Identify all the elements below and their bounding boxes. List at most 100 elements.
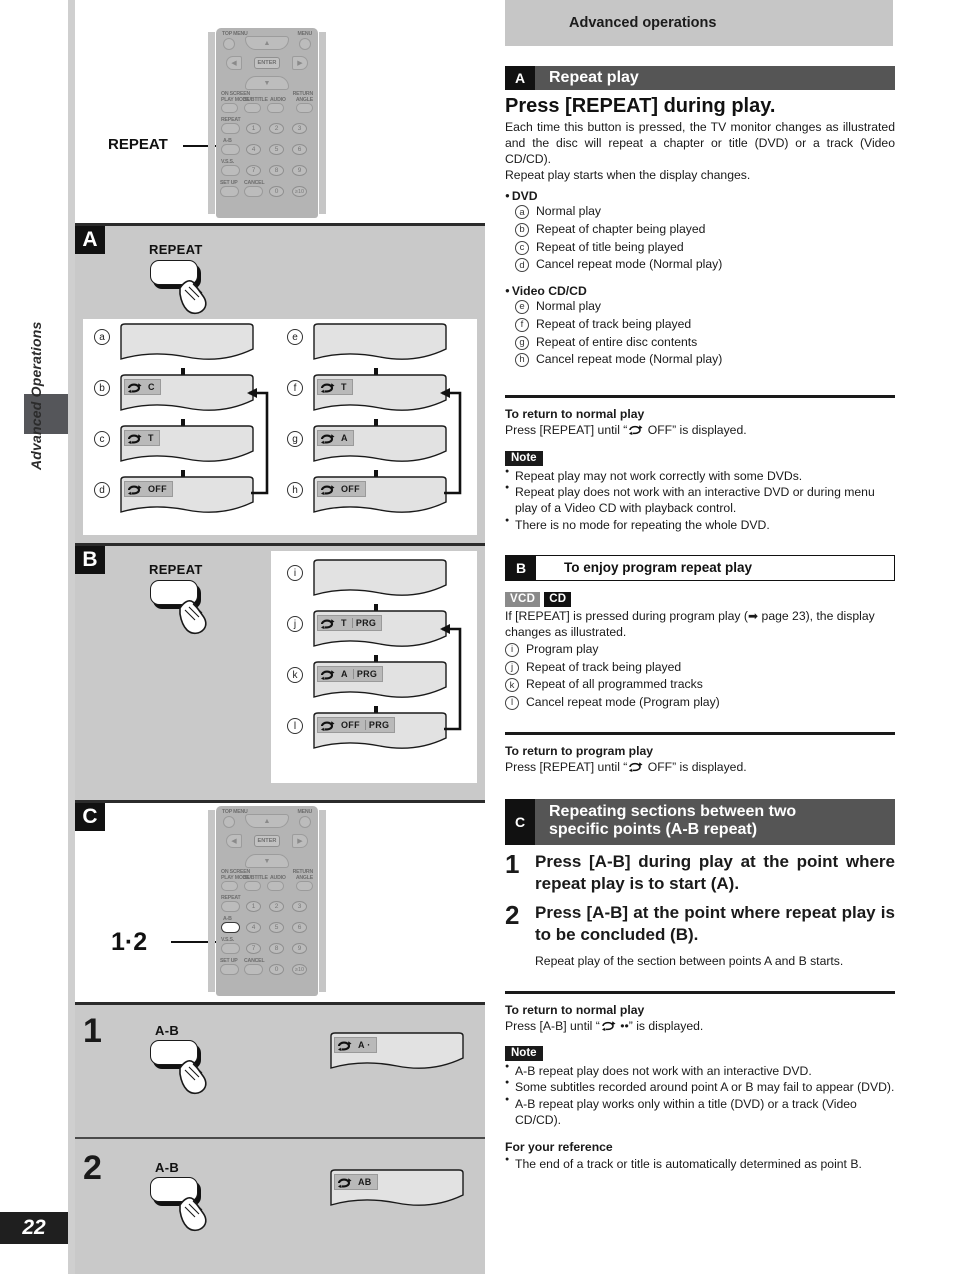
return-text-after: OFF” is displayed. [644, 759, 747, 774]
osd-b-k: A PRG [317, 666, 384, 682]
list-marker: b [515, 223, 529, 238]
remote-key-over10[interactable]: ≥10 [292, 186, 307, 197]
hand-pointer-icon-b [177, 596, 213, 636]
osd-a-f: T [317, 379, 353, 395]
osd-b-j-text: T [341, 618, 347, 628]
osd-a-b-text: C [148, 382, 155, 392]
remote-button-set-up[interactable] [220, 186, 239, 197]
repeat-loop-icon [600, 1020, 617, 1032]
panel-step-2: 2 A-B AB [75, 1137, 485, 1274]
remote-button-subtitle[interactable] [244, 103, 261, 113]
remote-button-play-mode[interactable] [221, 881, 238, 891]
remote-key-over10[interactable]: ≥10 [292, 964, 307, 975]
list-item: a Normal play [515, 203, 895, 221]
remote-button-top-menu[interactable] [223, 816, 235, 828]
remote-button-set-up[interactable] [220, 964, 239, 975]
return-text-before: Press [A-B] until “ [505, 1018, 600, 1033]
section-header-b: B To enjoy program repeat play [505, 554, 895, 581]
remote-key-5[interactable]: 5 [269, 922, 284, 933]
osd-b-j-prg: PRG [351, 618, 379, 628]
page-title: Advanced operations [569, 15, 717, 31]
section-b-return-heading: To return to program play [505, 743, 654, 758]
remote-key-8[interactable]: 8 [269, 943, 284, 954]
list-text: Repeat of track being played [536, 316, 692, 331]
section-a-intro-2: Repeat play starts when the display chan… [505, 168, 751, 183]
remote-button-right[interactable]: ▶ [292, 56, 308, 70]
remote-key-0[interactable]: 0 [269, 186, 284, 197]
remote-button-menu[interactable] [299, 816, 311, 828]
remote-button-down[interactable]: ▼ [245, 854, 289, 868]
list-text: Cancel repeat mode (Normal play) [536, 257, 723, 272]
list-marker: e [515, 300, 529, 315]
return-text-after: OFF” is displayed. [644, 422, 747, 437]
list-text: Repeat of title being played [536, 239, 684, 254]
list-text: Program play [526, 642, 599, 657]
loopback-arrow-a-right [440, 388, 464, 498]
remote-button-angle[interactable] [296, 881, 313, 891]
remote-key-5[interactable]: 5 [269, 144, 284, 155]
remote-button-cancel[interactable] [244, 964, 263, 975]
remote-button-angle[interactable] [296, 103, 313, 113]
loopback-arrow-b [440, 624, 464, 734]
remote-button-enter[interactable]: ENTER [254, 835, 280, 847]
section-a-return-heading: To return to normal play [505, 406, 645, 421]
remote-button-audio[interactable] [267, 103, 284, 113]
remote-key-1[interactable]: 1 [246, 901, 261, 912]
remote-label-top-menu: TOP MENU [222, 31, 248, 37]
remote-button-left[interactable]: ◀ [226, 834, 242, 848]
callout-steps-label: 1·2 [111, 928, 148, 956]
remote-key-9[interactable]: 9 [292, 165, 307, 176]
remote-key-7[interactable]: 7 [246, 165, 261, 176]
remote-button-play-mode[interactable] [221, 103, 238, 113]
remote-key-6[interactable]: 6 [292, 922, 307, 933]
list-item: There is no mode for repeating the whole… [505, 516, 895, 533]
remote-key-2[interactable]: 2 [269, 123, 284, 134]
remote-button-cancel[interactable] [244, 186, 263, 197]
remote-key-0[interactable]: 0 [269, 964, 284, 975]
remote-button-audio[interactable] [267, 881, 284, 891]
list-text: Repeat of all programmed tracks [526, 677, 703, 692]
list-item: l Cancel repeat mode (Program play) [505, 694, 895, 712]
remote-button-left[interactable]: ◀ [226, 56, 242, 70]
remote-button-subtitle[interactable] [244, 881, 261, 891]
remote-button-enter[interactable]: ENTER [254, 57, 280, 69]
remote-button-repeat[interactable] [221, 901, 240, 912]
remote-button-right[interactable]: ▶ [292, 834, 308, 848]
remote-key-1[interactable]: 1 [246, 123, 261, 134]
remote-button-ab[interactable] [221, 144, 240, 155]
remote-key-9[interactable]: 9 [292, 943, 307, 954]
remote-key-3[interactable]: 3 [292, 123, 307, 134]
osd-a-c-text: T [148, 433, 154, 443]
remote-key-4[interactable]: 4 [246, 144, 261, 155]
hand-pointer-icon-a [177, 276, 213, 316]
panel-step-1: 1 A-B A · [75, 1002, 485, 1137]
remote-key-2[interactable]: 2 [269, 901, 284, 912]
divider-a-top [75, 223, 485, 226]
remote-button-menu[interactable] [299, 38, 311, 50]
divider-b [505, 731, 895, 735]
remote-button-repeat[interactable] [221, 123, 240, 134]
remote-key-4[interactable]: 4 [246, 922, 261, 933]
remote-side-right [319, 810, 326, 992]
return-text-before: Press [REPEAT] until “ [505, 759, 628, 774]
remote-body: TOP MENU MENU ▲ ▼ ◀ ▶ ENTER ON SCREEN RE… [216, 28, 318, 218]
left-illustration-column: REPEAT TOP MENU MENU ▲ ▼ ◀ ▶ ENTER ON SC… [75, 0, 485, 1274]
remote-key-3[interactable]: 3 [292, 901, 307, 912]
remote-button-vss[interactable] [221, 165, 240, 176]
remote-key-8[interactable]: 8 [269, 165, 284, 176]
remote-button-top-menu[interactable] [223, 38, 235, 50]
repeat-loop-icon [627, 424, 644, 436]
remote-button-up[interactable]: ▲ [245, 814, 289, 828]
step-number-2: 2 [83, 1149, 102, 1187]
section-a-notes: Repeat play may not work correctly with … [505, 467, 895, 533]
section-header-a: A Repeat play [505, 66, 895, 90]
section-title-c-line1: Repeating sections between two [549, 802, 797, 820]
remote-button-vss[interactable] [221, 943, 240, 954]
remote-key-7[interactable]: 7 [246, 943, 261, 954]
list-item: c Repeat of title being played [515, 239, 895, 257]
remote-button-ab-highlighted[interactable] [221, 922, 240, 933]
remote-button-down[interactable]: ▼ [245, 76, 289, 90]
diagram-a-mark-e: e [287, 329, 303, 345]
remote-key-6[interactable]: 6 [292, 144, 307, 155]
remote-button-up[interactable]: ▲ [245, 36, 289, 50]
